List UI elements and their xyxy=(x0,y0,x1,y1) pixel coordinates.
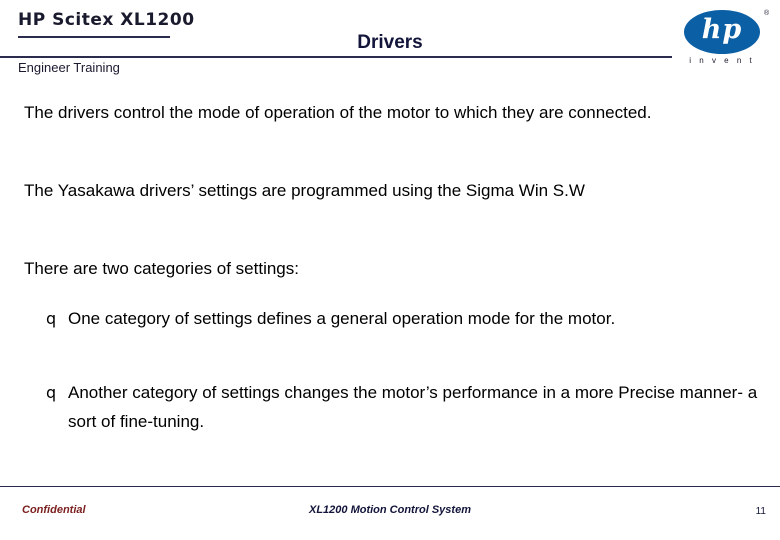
list-item-text: One category of settings defines a gener… xyxy=(68,309,616,328)
footer-divider xyxy=(0,486,780,487)
paragraph-3: There are two categories of settings: xyxy=(24,259,299,278)
header-subtitle: Engineer Training xyxy=(18,60,120,75)
paragraph-1: The drivers control the mode of operatio… xyxy=(24,103,652,122)
list-item: q One category of settings defines a gen… xyxy=(46,304,762,333)
header-divider xyxy=(0,56,780,58)
hp-logo-wordmark: hp xyxy=(701,14,743,45)
hp-logo-tagline: i n v e n t xyxy=(689,56,755,65)
slide-header: HP Scitex XL1200 Engineer Training Drive… xyxy=(0,0,780,84)
paragraph-2: The Yasakawa drivers’ settings are progr… xyxy=(24,181,585,200)
page-title: Drivers xyxy=(357,32,423,53)
brand-title: HP Scitex XL1200 xyxy=(18,10,195,30)
footer-document-title: XL1200 Motion Control System xyxy=(309,504,471,516)
bullet-marker-icon: q xyxy=(46,309,57,328)
list-item-text: Another category of settings changes the… xyxy=(68,383,758,431)
bullet-marker-icon: q xyxy=(46,383,57,402)
hp-logo-trademark: ® xyxy=(764,10,770,17)
list-item: q Another category of settings changes t… xyxy=(46,378,762,436)
hp-logo: hp ® i n v e n t xyxy=(672,10,772,72)
footer-page-number: 11 xyxy=(755,506,766,517)
